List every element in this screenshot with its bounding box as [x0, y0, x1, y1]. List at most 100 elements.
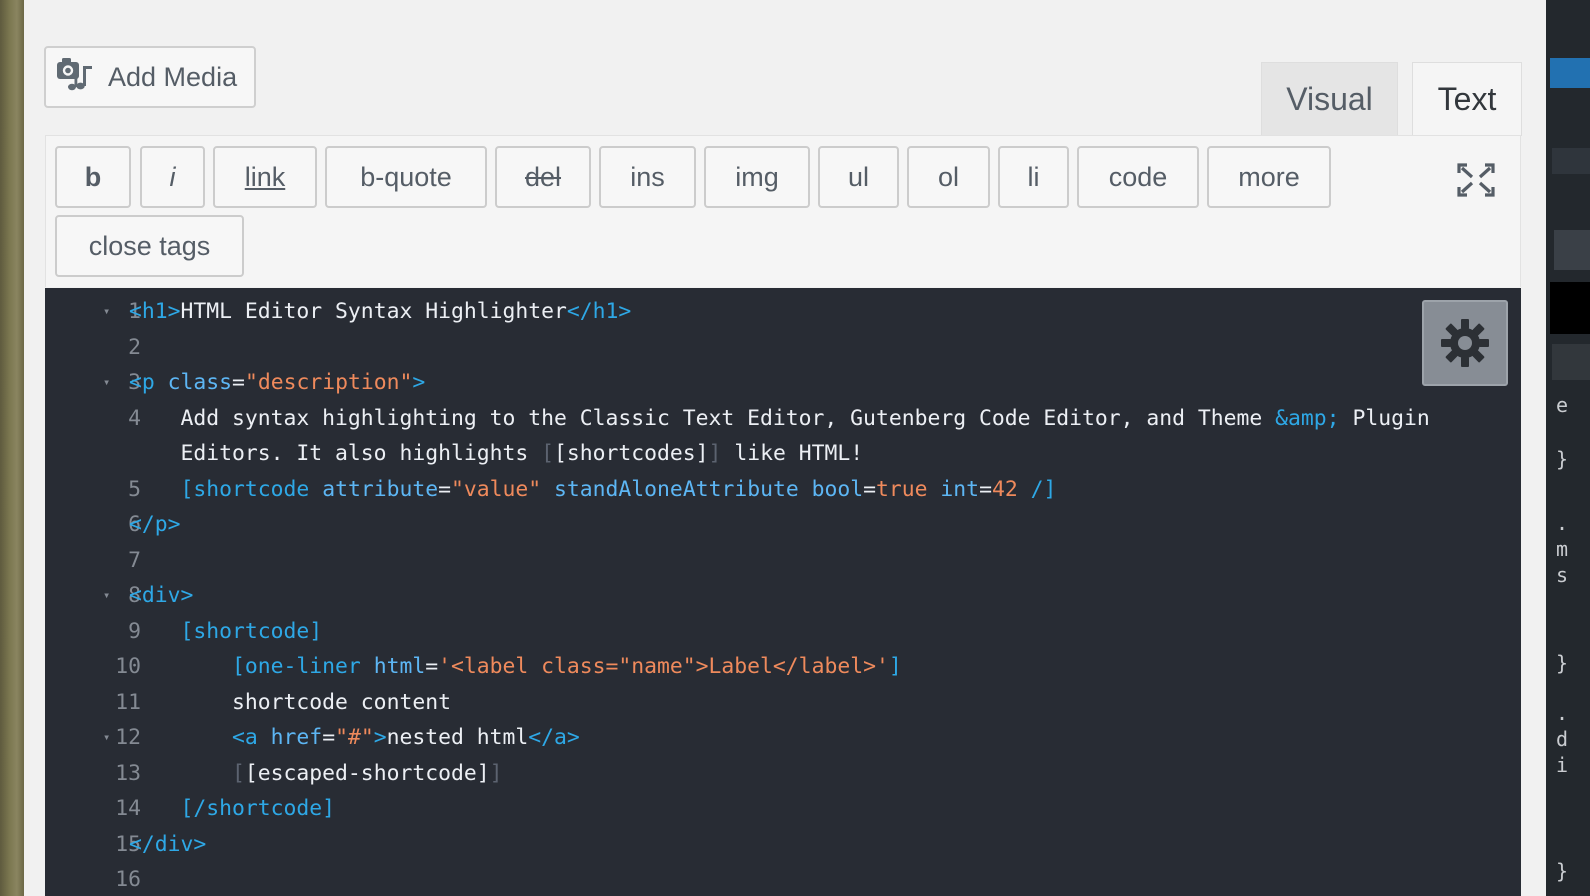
code-line[interactable]: 5 [shortcode attribute="value" standAlon…	[45, 472, 1521, 508]
code-line[interactable]: 13 [[escaped-shortcode]]	[45, 756, 1521, 792]
blockquote-button[interactable]: b-quote	[325, 146, 487, 208]
code-token: <a	[129, 725, 271, 750]
line-number: 2	[128, 334, 141, 360]
code-editor[interactable]: 1 ▾ <h1>HTML Editor Syntax Highlighter</h1…	[45, 288, 1521, 896]
code-button-label: code	[1108, 161, 1168, 192]
code-token: Editors. It also highlights	[129, 441, 542, 466]
editor-settings-button[interactable]	[1422, 300, 1508, 386]
code-button[interactable]: code	[1077, 146, 1199, 208]
code-token: standAloneAttribute	[554, 476, 799, 502]
sidebar-fragment: m	[1556, 537, 1569, 561]
code-token: <h1>	[129, 299, 181, 324]
code-line[interactable]: 14 [/shortcode]	[45, 791, 1521, 827]
sidebar-fragment: e	[1556, 393, 1569, 417]
link-button[interactable]: link	[213, 146, 317, 208]
code-line[interactable]: 6 </p>	[45, 507, 1521, 543]
code-line[interactable]: 15 </div>	[45, 827, 1521, 863]
ul-button-label: ul	[847, 161, 869, 192]
camera-music-icon	[56, 56, 94, 99]
blockquote-button-label: b-quote	[360, 161, 452, 192]
code-line[interactable]: Editors. It also highlights [[shortcodes…	[45, 436, 1521, 472]
fullscreen-button[interactable]	[1456, 162, 1496, 198]
code-token: class	[167, 370, 233, 395]
tab-text[interactable]: Text	[1412, 62, 1522, 136]
ins-button-label: ins	[630, 161, 665, 192]
code-content: <a href="#">nested html</a>	[129, 720, 580, 756]
code-token: shortcode content	[129, 689, 451, 715]
code-line[interactable]: 2	[45, 330, 1521, 366]
fullscreen-icon	[1457, 163, 1495, 197]
close-tags-button-label: close tags	[88, 230, 211, 261]
code-token: =	[232, 370, 245, 395]
sidebar-fragment: i	[1556, 753, 1569, 777]
li-button[interactable]: li	[998, 146, 1069, 208]
del-button-label: del	[524, 161, 562, 192]
fold-arrow-icon[interactable]: ▾	[103, 294, 110, 330]
tab-visual-label: Visual	[1286, 81, 1373, 117]
bold-button[interactable]: b	[55, 146, 131, 208]
code-token: </p>	[129, 512, 181, 537]
tab-text-label: Text	[1437, 81, 1497, 117]
fold-arrow-icon[interactable]: ▾	[103, 720, 110, 756]
img-button[interactable]: img	[704, 146, 810, 208]
del-button[interactable]: del	[495, 146, 591, 208]
code-token: >	[412, 370, 426, 395]
close-tags-button[interactable]: close tags	[55, 215, 244, 277]
code-token: [shortcode	[129, 476, 323, 502]
tab-visual[interactable]: Visual	[1261, 62, 1398, 136]
code-content: [shortcode]	[129, 614, 323, 650]
code-token: "value"	[450, 476, 542, 502]
code-token: [/shortcode]	[129, 796, 336, 821]
link-button-label: link	[244, 161, 286, 192]
code-line[interactable]: 12 ▾ <a href="#">nested html</a>	[45, 720, 1521, 756]
code-content: </p>	[129, 507, 181, 543]
sidebar-fragment: }	[1556, 859, 1569, 883]
code-line[interactable]: 3 ▾ <p class="description">	[45, 365, 1521, 401]
code-token: &amp;	[1275, 405, 1340, 431]
code-token: html	[373, 654, 426, 679]
code-content: shortcode content	[129, 685, 451, 721]
code-token: /]	[1017, 476, 1057, 502]
code-token: [	[129, 760, 245, 786]
sidebar-fragment: s	[1556, 563, 1569, 587]
code-line[interactable]: 9 [shortcode]	[45, 614, 1521, 650]
line-number: 7	[128, 547, 141, 573]
more-button-label: more	[1238, 161, 1300, 192]
code-line[interactable]: 10 [one-liner html='<label class="name">…	[45, 649, 1521, 685]
code-token: [shortcodes]	[554, 441, 709, 466]
code-token: "description"	[244, 370, 413, 395]
add-media-button[interactable]: Add Media	[44, 46, 256, 108]
img-button-label: img	[735, 161, 779, 192]
fold-arrow-icon[interactable]: ▾	[103, 578, 110, 614]
ins-button[interactable]: ins	[599, 146, 696, 208]
code-token: [shortcode]	[129, 618, 323, 644]
code-token: attribute	[322, 476, 439, 502]
ul-button[interactable]: ul	[818, 146, 899, 208]
code-line[interactable]: 8 ▾ <div>	[45, 578, 1521, 614]
code-content: [one-liner html='<label class="name">Lab…	[129, 649, 902, 685]
code-line[interactable]: 4 Add syntax highlighting to the Classic…	[45, 401, 1521, 437]
code-content: <p class="description">	[129, 365, 425, 401]
code-line[interactable]: 16	[45, 862, 1521, 896]
code-line[interactable]: 7	[45, 543, 1521, 579]
code-token: </div>	[129, 831, 207, 857]
ol-button-label: ol	[937, 161, 959, 192]
code-token: </a>	[528, 725, 580, 750]
code-content: </div>	[129, 827, 206, 863]
desktop-background	[0, 0, 24, 896]
more-button[interactable]: more	[1207, 146, 1331, 208]
code-line[interactable]: 1 ▾ <h1>HTML Editor Syntax Highlighter</h1…	[45, 294, 1521, 330]
code-content: [shortcode attribute="value" standAloneA…	[129, 472, 1057, 508]
ol-button[interactable]: ol	[907, 146, 990, 208]
code-content: Add syntax highlighting to the Classic T…	[129, 401, 1430, 437]
code-token: </h1>	[566, 299, 632, 324]
code-token: nested html	[386, 725, 529, 750]
italic-button[interactable]: i	[140, 146, 205, 208]
fold-arrow-icon[interactable]: ▾	[103, 365, 110, 401]
code-line[interactable]: 11 shortcode content	[45, 685, 1521, 721]
sidebar-fragment: .	[1556, 701, 1569, 725]
code-content: [/shortcode]	[129, 791, 336, 827]
code-content: <h1>HTML Editor Syntax Highlighter</h1>	[129, 294, 631, 330]
